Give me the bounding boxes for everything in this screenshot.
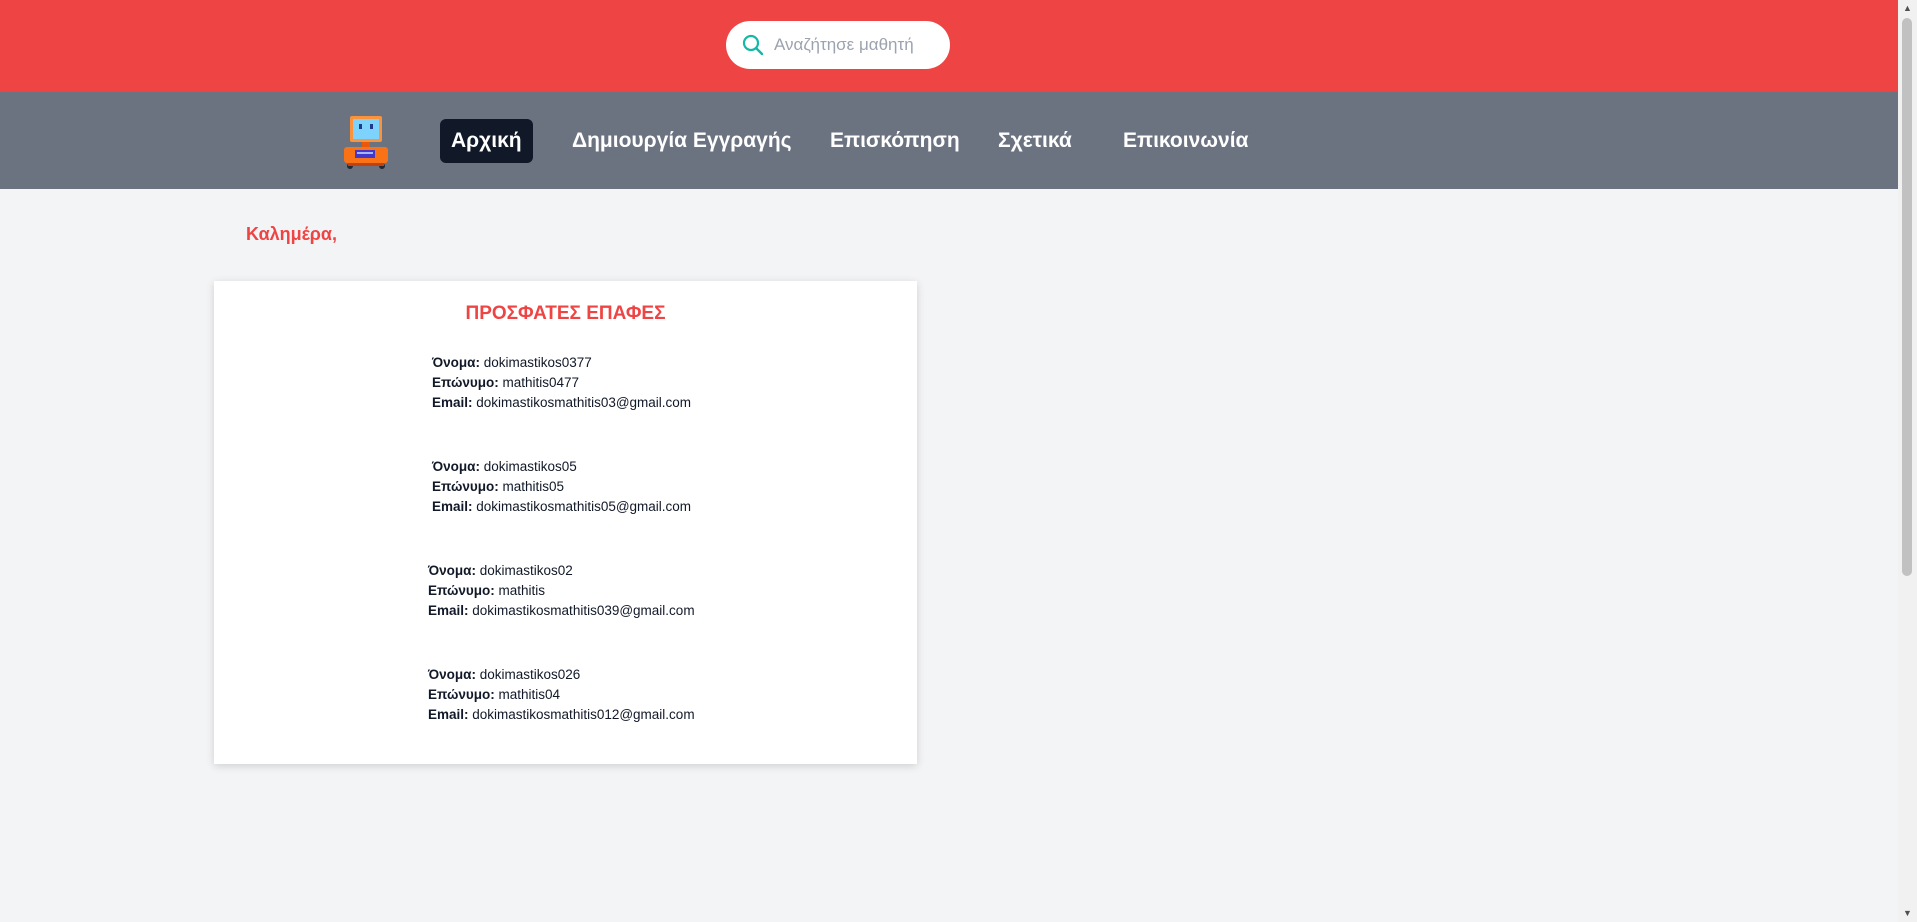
email-value: dokimastikosmathitis05@gmail.com xyxy=(476,499,692,514)
recent-contacts-card: ΠΡΟΣΦΑΤΕΣ ΕΠΑΦΕΣ Όνομα: dokimastikos0377… xyxy=(214,281,917,764)
first-name-value: dokimastikos02 xyxy=(479,563,573,578)
vertical-scrollbar[interactable]: ▲ ▼ xyxy=(1898,0,1917,922)
contact-entry: Όνομα: dokimastikos0377 Επώνυμο: mathiti… xyxy=(432,353,691,413)
email-value: dokimastikosmathitis039@gmail.com xyxy=(472,603,695,618)
last-name-value: mathitis xyxy=(498,583,546,598)
nav-item-overview[interactable]: Επισκόπηση xyxy=(830,119,960,163)
last-name-label: Επώνυμο: xyxy=(428,687,495,702)
scroll-up-arrow-icon[interactable]: ▲ xyxy=(1898,0,1917,17)
last-name-label: Επώνυμο: xyxy=(428,583,495,598)
scroll-down-arrow-icon[interactable]: ▼ xyxy=(1898,905,1917,922)
search-icon xyxy=(742,34,764,56)
nav-item-create-entry[interactable]: Δημιουργία Εγγραγής xyxy=(572,119,792,163)
last-name-label: Επώνυμο: xyxy=(432,375,499,390)
page: Αρχική Δημιουργία Εγγραγής Επισκόπηση Σχ… xyxy=(0,0,1917,922)
greeting: Καλημέρα, xyxy=(246,224,337,244)
email-label: Email: xyxy=(432,499,473,514)
computer-logo-icon[interactable] xyxy=(341,114,393,170)
search-box[interactable] xyxy=(726,21,950,69)
nav-bar: Αρχική Δημιουργία Εγγραγής Επισκόπηση Σχ… xyxy=(0,92,1898,189)
contact-entry: Όνομα: dokimastikos05 Επώνυμο: mathitis0… xyxy=(432,457,691,517)
email-label: Email: xyxy=(428,603,469,618)
email-label: Email: xyxy=(432,395,473,410)
email-label: Email: xyxy=(428,707,469,722)
nav-item-home[interactable]: Αρχική xyxy=(440,119,533,163)
nav-item-contact[interactable]: Επικοινωνία xyxy=(1123,119,1248,163)
contact-entry: Όνομα: dokimastikos026 Επώνυμο: mathitis… xyxy=(428,665,695,725)
last-name-label: Επώνυμο: xyxy=(432,479,499,494)
first-name-value: dokimastikos05 xyxy=(483,459,577,474)
recent-contacts-title: ΠΡΟΣΦΑΤΕΣ ΕΠΑΦΕΣ xyxy=(465,303,666,324)
email-value: dokimastikosmathitis012@gmail.com xyxy=(472,707,695,722)
first-name-label: Όνομα: xyxy=(432,355,480,370)
email-value: dokimastikosmathitis03@gmail.com xyxy=(476,395,692,410)
search-input[interactable] xyxy=(772,34,946,56)
last-name-value: mathitis04 xyxy=(498,687,561,702)
scrollbar-thumb[interactable] xyxy=(1902,18,1912,576)
last-name-value: mathitis05 xyxy=(502,479,565,494)
contact-entry: Όνομα: dokimastikos02 Επώνυμο: mathitis … xyxy=(428,561,695,621)
first-name-label: Όνομα: xyxy=(428,667,476,682)
first-name-label: Όνομα: xyxy=(432,459,480,474)
nav-item-about[interactable]: Σχετικά xyxy=(998,119,1072,163)
first-name-label: Όνομα: xyxy=(428,563,476,578)
last-name-value: mathitis0477 xyxy=(502,375,580,390)
top-bar xyxy=(0,0,1898,92)
first-name-value: dokimastikos0377 xyxy=(483,355,592,370)
first-name-value: dokimastikos026 xyxy=(479,667,581,682)
